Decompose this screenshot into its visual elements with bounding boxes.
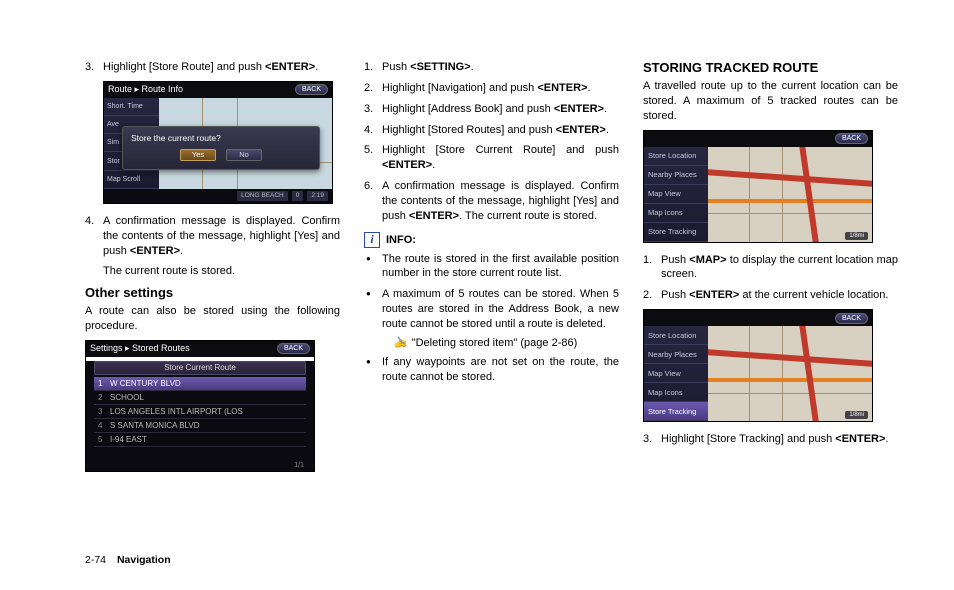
scale-indicator: 1/8mi <box>845 232 868 240</box>
list-row[interactable]: 1W CENTURY BLVD <box>94 377 306 391</box>
col3-step: Highlight [Store Tracking] and push <ENT… <box>643 432 898 447</box>
scale-indicator: 1/8mi <box>845 411 868 419</box>
side-item[interactable]: Short. Time <box>104 98 159 116</box>
no-button[interactable]: No <box>226 149 262 161</box>
info-bullet: A maximum of 5 routes can be stored. Whe… <box>364 287 619 332</box>
shot2-title: Settings ▸ Stored Routes <box>90 343 190 354</box>
storing-tracked-heading: STORING TRACKED ROUTE <box>643 60 898 75</box>
menu-store-tracking[interactable]: Store Tracking <box>644 402 708 421</box>
shot1-title: Route ▸ Route Info <box>108 84 183 95</box>
info-header: i INFO: <box>364 232 619 248</box>
yes-button[interactable]: Yes <box>180 149 216 161</box>
col2-steps: Push <SETTING>. Highlight [Navigation] a… <box>364 60 619 224</box>
info-label: INFO: <box>386 234 416 246</box>
col1-steps-lower: A confirmation message is displayed. Con… <box>85 214 340 259</box>
menu-store-location[interactable]: Store Location <box>644 147 708 166</box>
page-ref-icon: ✍ <box>394 336 408 349</box>
side-item[interactable]: Map Scroll <box>104 171 159 189</box>
list-row[interactable]: 4S SANTA MONICA BLVD <box>94 419 306 433</box>
back-button[interactable]: BACK <box>835 313 868 324</box>
confirm-dialog: Store the current route? Yes No <box>122 126 320 170</box>
menu-map-view[interactable]: Map View <box>644 185 708 204</box>
page-footer: 2-74 Navigation <box>85 554 171 566</box>
page-number: 2-74 <box>85 554 106 566</box>
list-row[interactable]: 2SCHOOL <box>94 391 306 405</box>
column-3: STORING TRACKED ROUTE A travelled route … <box>643 60 898 480</box>
info-bullets-2: If any waypoints are not set on the rout… <box>364 355 619 385</box>
list-row[interactable]: 3LOS ANGELES INTL AIRPORT (LOS <box>94 405 306 419</box>
col3-step: Push <ENTER> at the current vehicle loca… <box>643 288 898 303</box>
col1-step4-sub: The current route is stored. <box>85 264 340 279</box>
back-button[interactable]: BACK <box>277 343 310 354</box>
info-bullet: The route is stored in the first availab… <box>364 252 619 282</box>
screenshot-map-menu-1: BACK Store Location Nearby Places Map Vi… <box>643 130 873 243</box>
col1-step-3: Highlight [Store Route] and push <ENTER>… <box>85 60 340 75</box>
map-area: 1/8mi <box>708 326 872 421</box>
info-icon: i <box>364 232 380 248</box>
col1-steps-upper: Highlight [Store Route] and push <ENTER>… <box>85 60 340 75</box>
section-name: Navigation <box>117 554 171 566</box>
screenshot-stored-routes: Settings ▸ Stored Routes BACK Store Curr… <box>85 340 315 472</box>
menu-map-icons[interactable]: Map Icons <box>644 204 708 223</box>
back-button[interactable]: BACK <box>295 84 328 95</box>
col2-step: A confirmation message is displayed. Con… <box>364 179 619 224</box>
menu-nearby-places[interactable]: Nearby Places <box>644 345 708 364</box>
column-1: Highlight [Store Route] and push <ENTER>… <box>85 60 340 480</box>
menu-store-location[interactable]: Store Location <box>644 326 708 345</box>
cross-reference: ✍"Deleting stored item" (page 2-86) <box>364 336 619 349</box>
col1-step-4: A confirmation message is displayed. Con… <box>85 214 340 259</box>
col2-step: Push <SETTING>. <box>364 60 619 75</box>
other-settings-heading: Other settings <box>85 285 340 300</box>
list-row[interactable]: 5I-94 EAST <box>94 433 306 447</box>
col3-steps-b: Highlight [Store Tracking] and push <ENT… <box>643 432 898 447</box>
store-current-route-button[interactable]: Store Current Route <box>94 361 306 375</box>
info-bullets: The route is stored in the first availab… <box>364 252 619 332</box>
col2-step: Highlight [Stored Routes] and push <ENTE… <box>364 123 619 138</box>
screenshot-route-dialog: Route ▸ Route Info BACK Short. Time Ave … <box>103 81 333 204</box>
col3-steps-a: Push <MAP> to display the current locati… <box>643 253 898 304</box>
map-area: 1/8mi <box>708 147 872 242</box>
menu-nearby-places[interactable]: Nearby Places <box>644 166 708 185</box>
dialog-question: Store the current route? <box>131 133 311 143</box>
col2-step: Highlight [Navigation] and push <ENTER>. <box>364 81 619 96</box>
menu-store-tracking[interactable]: Store Tracking <box>644 223 708 242</box>
column-2: Push <SETTING>. Highlight [Navigation] a… <box>364 60 619 480</box>
other-settings-intro: A route can also be stored using the fol… <box>85 304 340 334</box>
screenshot-map-menu-2: BACK Store Location Nearby Places Map Vi… <box>643 309 873 422</box>
menu-map-view[interactable]: Map View <box>644 364 708 383</box>
col3-step: Push <MAP> to display the current locati… <box>643 253 898 283</box>
col2-step: Highlight [Store Current Route] and push… <box>364 143 619 173</box>
page-indicator: 1/1 <box>294 462 304 469</box>
back-button[interactable]: BACK <box>835 133 868 144</box>
col3-intro: A travelled route up to the current loca… <box>643 79 898 124</box>
menu-map-icons[interactable]: Map Icons <box>644 383 708 402</box>
col2-step: Highlight [Address Book] and push <ENTER… <box>364 102 619 117</box>
info-bullet: If any waypoints are not set on the rout… <box>364 355 619 385</box>
